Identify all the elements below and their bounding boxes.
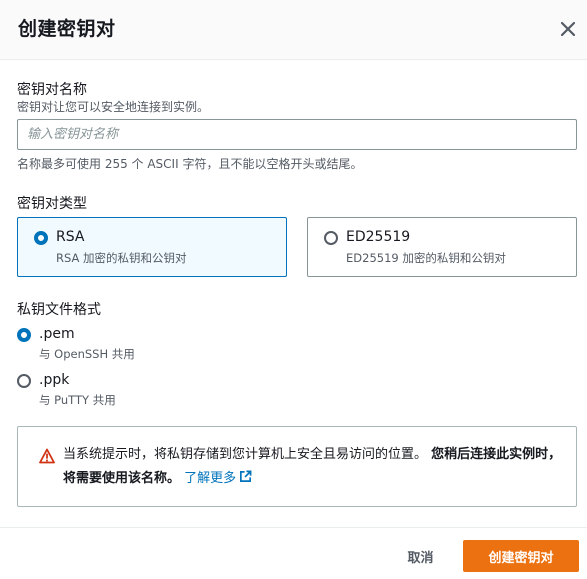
learn-more-label: 了解更多 xyxy=(184,471,237,486)
key-name-label: 密钥对名称 xyxy=(17,82,87,98)
file-format-ppk-title: .ppk xyxy=(39,372,70,388)
key-type-ed25519-description: ED25519 加密的私钥和公钥对 xyxy=(346,251,506,265)
dialog-title: 创建密钥对 xyxy=(18,18,116,40)
file-format-option-pem[interactable]: .pem 与 OpenSSH 共用 xyxy=(17,326,217,364)
key-type-ed25519-title: ED25519 xyxy=(346,229,411,245)
key-name-description: 密钥对让您可以安全地连接到实例。 xyxy=(17,100,210,114)
radio-ppk[interactable] xyxy=(17,374,31,388)
radio-ed25519[interactable] xyxy=(324,231,338,245)
key-name-constraint: 名称最多可使用 255 个 ASCII 字符，且不能以空格开头或结尾。 xyxy=(17,157,363,171)
warning-icon xyxy=(39,448,55,464)
alert-text: 当系统提示时，将私钥存储到您计算机上安全且易访问的位置。 您稍后连接此实例时，将… xyxy=(63,443,568,491)
create-key-pair-dialog: 创建密钥对 密钥对名称 密钥对让您可以安全地连接到实例。 名称最多可使用 255… xyxy=(0,0,587,579)
key-type-rsa-description: RSA 加密的私钥和公钥对 xyxy=(56,251,187,265)
file-format-pem-description: 与 OpenSSH 共用 xyxy=(39,347,135,361)
external-link-icon xyxy=(240,470,252,482)
radio-pem[interactable] xyxy=(17,328,31,342)
file-format-option-ppk[interactable]: .ppk 与 PuTTY 共用 xyxy=(17,372,217,410)
close-icon xyxy=(560,21,576,37)
key-type-option-ed25519[interactable]: ED25519 ED25519 加密的私钥和公钥对 xyxy=(307,217,577,277)
alert-message: 当系统提示时，将私钥存储到您计算机上安全且易访问的位置。 xyxy=(63,447,428,462)
create-key-pair-button[interactable]: 创建密钥对 xyxy=(463,540,579,572)
learn-more-link[interactable]: 了解更多 xyxy=(184,470,252,486)
file-format-pem-title: .pem xyxy=(39,326,75,342)
key-type-option-rsa[interactable]: RSA RSA 加密的私钥和公钥对 xyxy=(17,217,287,277)
key-type-rsa-title: RSA xyxy=(56,229,85,245)
key-name-input[interactable] xyxy=(17,119,577,150)
key-type-label: 密钥对类型 xyxy=(17,196,87,212)
dialog-header: 创建密钥对 xyxy=(0,0,587,60)
cancel-button[interactable]: 取消 xyxy=(393,540,448,572)
file-format-label: 私钥文件格式 xyxy=(17,302,101,318)
warning-alert: 当系统提示时，将私钥存储到您计算机上安全且易访问的位置。 您稍后连接此实例时，将… xyxy=(17,426,577,507)
radio-rsa[interactable] xyxy=(34,231,48,245)
footer-divider xyxy=(0,527,587,528)
file-format-ppk-description: 与 PuTTY 共用 xyxy=(39,393,116,407)
close-button[interactable] xyxy=(556,17,580,41)
